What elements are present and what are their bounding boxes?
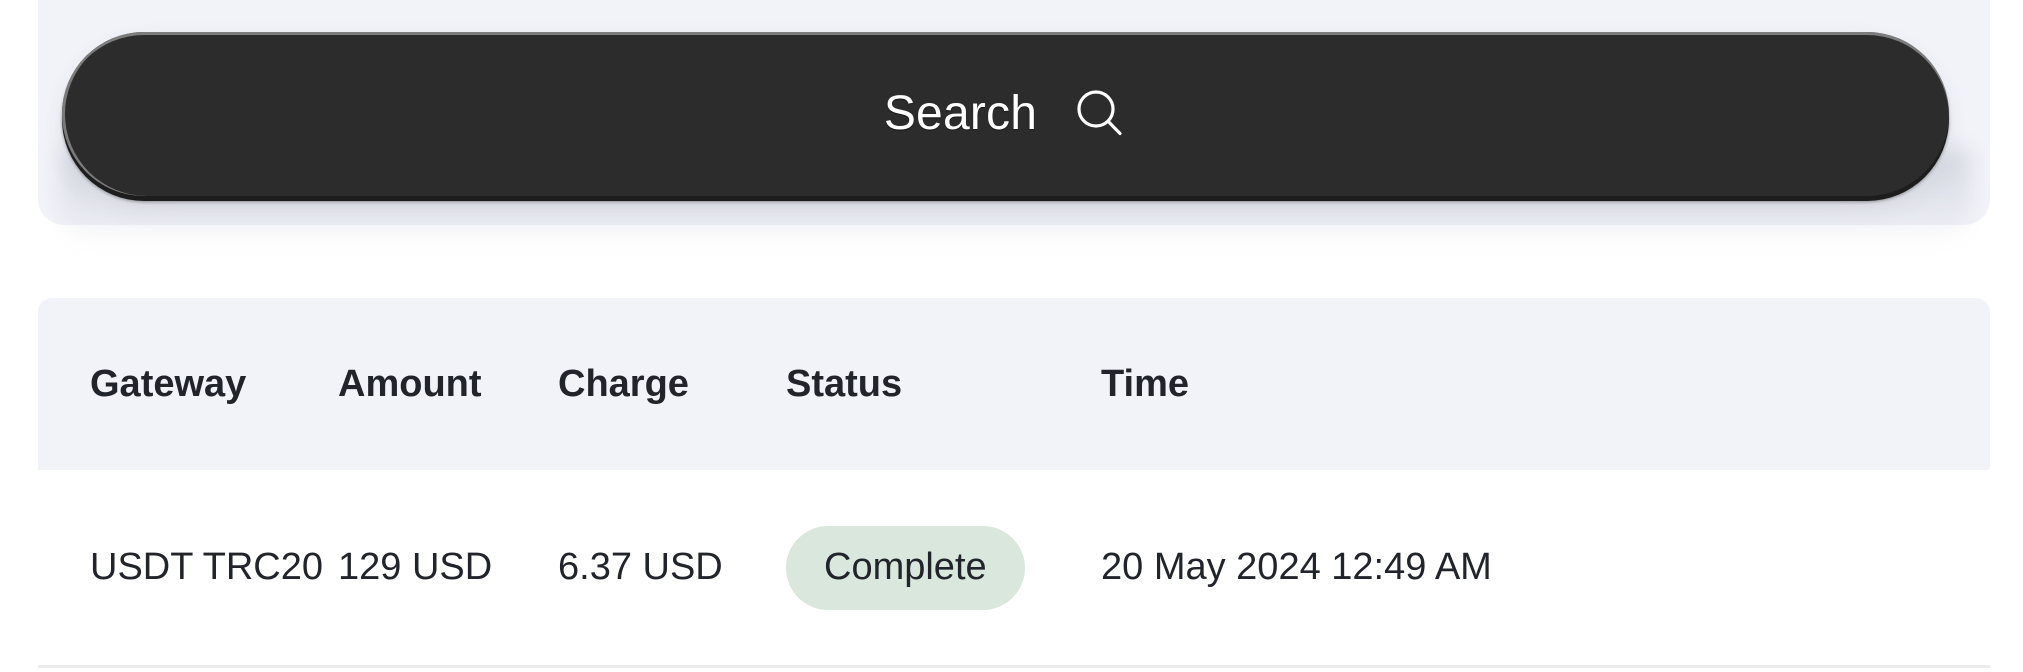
search-icon <box>1073 87 1127 141</box>
table-row[interactable]: USDT TRC20 129 USD 6.37 USD Complete 20 … <box>38 470 1990 668</box>
cell-charge: 6.37 USD <box>558 470 786 668</box>
column-header-status[interactable]: Status <box>786 298 1101 470</box>
search-button-container: Search <box>62 32 1949 200</box>
search-button[interactable]: Search <box>62 32 1949 196</box>
status-badge: Complete <box>786 525 1025 610</box>
search-button-label: Search <box>883 87 1038 140</box>
table-header: Gateway Amount Charge Status Time <box>38 298 1990 470</box>
column-header-charge[interactable]: Charge <box>558 298 786 470</box>
transactions-table-container: Gateway Amount Charge Status Time USDT T… <box>38 298 1990 668</box>
cell-amount: 129 USD <box>338 470 558 668</box>
table-body: USDT TRC20 129 USD 6.37 USD Complete 20 … <box>38 470 1990 668</box>
column-header-time[interactable]: Time <box>1101 298 1990 470</box>
cell-status: Complete <box>786 470 1101 668</box>
cell-gateway: USDT TRC20 <box>38 470 338 668</box>
column-header-gateway[interactable]: Gateway <box>38 298 338 470</box>
table-header-row: Gateway Amount Charge Status Time <box>38 298 1990 470</box>
cell-time: 20 May 2024 12:49 AM <box>1101 470 1990 668</box>
column-header-amount[interactable]: Amount <box>338 298 558 470</box>
transactions-table: Gateway Amount Charge Status Time USDT T… <box>38 298 1990 668</box>
